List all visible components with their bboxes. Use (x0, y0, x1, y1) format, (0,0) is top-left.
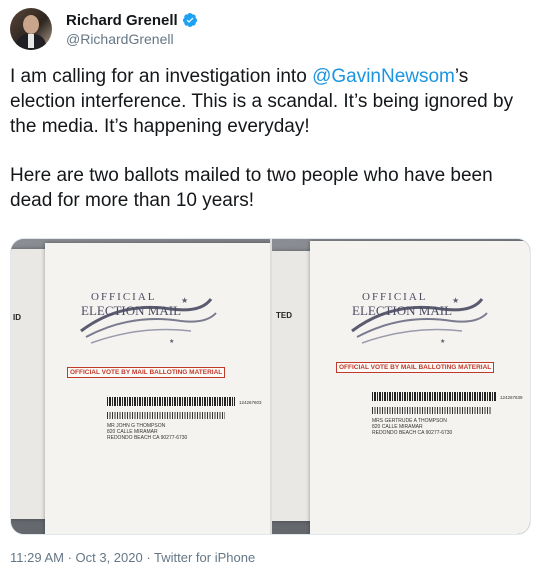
tweet-timestamp[interactable]: 11:29 AM · Oct 3, 2020 · Twitter for iPh… (10, 550, 255, 565)
election-mail-logo: ★ ★ OFFICIAL ELECTION MAIL (61, 291, 221, 351)
user-handle[interactable]: @RichardGrenell (66, 31, 198, 47)
avatar[interactable] (10, 8, 52, 50)
author-names: Richard Grenell @RichardGrenell (66, 12, 198, 47)
tweet-header: Richard Grenell @RichardGrenell (10, 6, 198, 52)
barcode (107, 397, 235, 406)
barcode (372, 392, 496, 401)
ballot-photo-1[interactable]: ID ★ ★ OFFICIAL ELECTION MAIL OFFICIAL V… (11, 239, 270, 534)
verified-badge-icon (182, 13, 197, 27)
svg-text:★: ★ (181, 296, 188, 305)
svg-text:★: ★ (169, 338, 174, 345)
tweet-paragraph-1: I am calling for an investigation into @… (10, 66, 514, 137)
media-gallery: ID ★ ★ OFFICIAL ELECTION MAIL OFFICIAL V… (10, 238, 531, 535)
postal-barcode (107, 412, 225, 419)
ballot-banner: OFFICIAL VOTE BY MAIL BALLOTING MATERIAL (336, 362, 495, 373)
svg-text:★: ★ (440, 338, 445, 345)
display-name[interactable]: Richard Grenell (66, 12, 178, 29)
ballot-photo-2[interactable]: TED ★ ★ OFFICIAL ELECTION MAIL OFFICIAL … (272, 239, 530, 534)
svg-text:★: ★ (452, 296, 459, 305)
mention-link[interactable]: @GavinNewsom (312, 66, 455, 87)
election-mail-logo: ★ ★ OFFICIAL ELECTION MAIL (332, 291, 492, 351)
tweet-body: I am calling for an investigation into @… (10, 64, 530, 237)
tweet-paragraph-2: Here are two ballots mailed to two peopl… (10, 165, 493, 211)
mailing-address: MRS GERTRUDE A THOMPSON 820 CALLE MIRAMA… (372, 418, 453, 436)
postal-barcode (372, 407, 492, 414)
ballot-banner: OFFICIAL VOTE BY MAIL BALLOTING MATERIAL (67, 367, 226, 378)
mailing-address: MR JOHN G THOMPSON 820 CALLE MIRAMAR RED… (107, 423, 188, 441)
